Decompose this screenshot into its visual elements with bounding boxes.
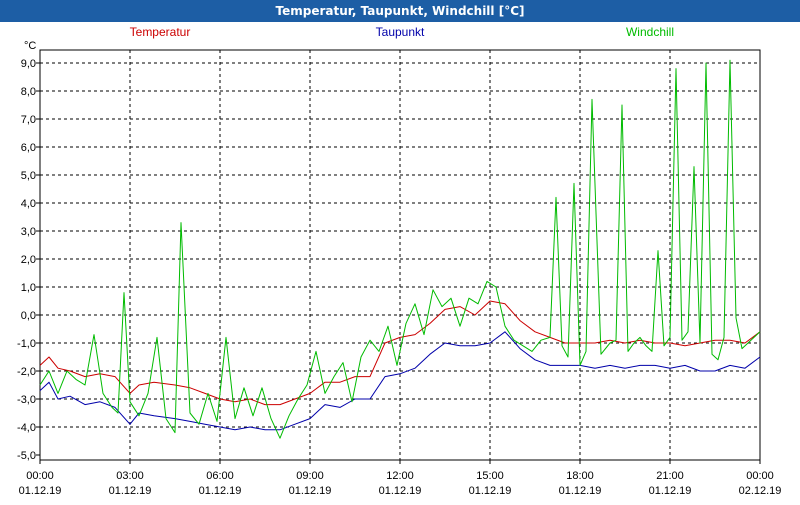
y-tick-label: -2,0 bbox=[17, 366, 36, 378]
y-tick-label: -3,0 bbox=[17, 394, 36, 406]
legend-windchill: Windchill bbox=[626, 25, 674, 39]
y-tick-label: 1,0 bbox=[21, 282, 36, 294]
window-title: Temperatur, Taupunkt, Windchill [°C] bbox=[0, 0, 800, 22]
y-tick-label: 7,0 bbox=[21, 114, 36, 126]
legend-temperatur: Temperatur bbox=[130, 25, 191, 39]
x-tick-date-label: 01.12.19 bbox=[19, 485, 62, 497]
y-tick-label: -4,0 bbox=[17, 422, 36, 434]
y-tick-label: 9,0 bbox=[21, 58, 36, 70]
y-unit-label: °C bbox=[24, 40, 36, 52]
x-tick-time-label: 00:00 bbox=[26, 470, 54, 482]
x-tick-date-label: 01.12.19 bbox=[559, 485, 602, 497]
y-tick-label: 2,0 bbox=[21, 254, 36, 266]
x-tick-time-label: 12:00 bbox=[386, 470, 414, 482]
y-tick-label: 0,0 bbox=[21, 310, 36, 322]
y-tick-label: 3,0 bbox=[21, 226, 36, 238]
x-tick-time-label: 09:00 bbox=[296, 470, 324, 482]
y-tick-label: 4,0 bbox=[21, 198, 36, 210]
x-tick-date-label: 01.12.19 bbox=[109, 485, 152, 497]
legend-taupunkt: Taupunkt bbox=[376, 25, 425, 39]
x-tick-date-label: 01.12.19 bbox=[379, 485, 422, 497]
x-tick-time-label: 21:00 bbox=[656, 470, 684, 482]
chart-area: 9,0 8,0 7,0 6,0 5,0 4,0 3,0 2,0 1,0 0,0 -1,0 -2,0 -3… bbox=[0, 22, 800, 500]
y-tick-label: -1,0 bbox=[17, 338, 36, 350]
line-chart: 9,0 8,0 7,0 6,0 5,0 4,0 3,0 2,0 1,0 0,0 -1,0 -2,0 -3… bbox=[17, 25, 782, 497]
x-axis: 00:00 01.12.19 03:00 01.12.19 06:00 01.12.19 0… bbox=[19, 460, 782, 497]
x-tick-time-label: 00:00 bbox=[746, 470, 774, 482]
y-tick-label: -5,0 bbox=[17, 450, 36, 462]
x-tick-date-label: 01.12.19 bbox=[199, 485, 242, 497]
x-tick-time-label: 03:00 bbox=[116, 470, 144, 482]
x-tick-time-label: 06:00 bbox=[206, 470, 234, 482]
y-tick-label: 5,0 bbox=[21, 170, 36, 182]
y-tick-label: 8,0 bbox=[21, 86, 36, 98]
x-tick-time-label: 18:00 bbox=[566, 470, 594, 482]
x-tick-date-label: 02.12.19 bbox=[739, 485, 782, 497]
y-axis: 9,0 8,0 7,0 6,0 5,0 4,0 3,0 2,0 1,0 0,0 -1,0 -2,0 -3… bbox=[17, 58, 40, 462]
x-tick-date-label: 01.12.19 bbox=[469, 485, 512, 497]
x-tick-time-label: 15:00 bbox=[476, 470, 504, 482]
y-tick-label: 6,0 bbox=[21, 142, 36, 154]
chart-window: Temperatur, Taupunkt, Windchill [°C] 9,0… bbox=[0, 0, 800, 500]
x-tick-date-label: 01.12.19 bbox=[289, 485, 332, 497]
x-tick-date-label: 01.12.19 bbox=[649, 485, 692, 497]
